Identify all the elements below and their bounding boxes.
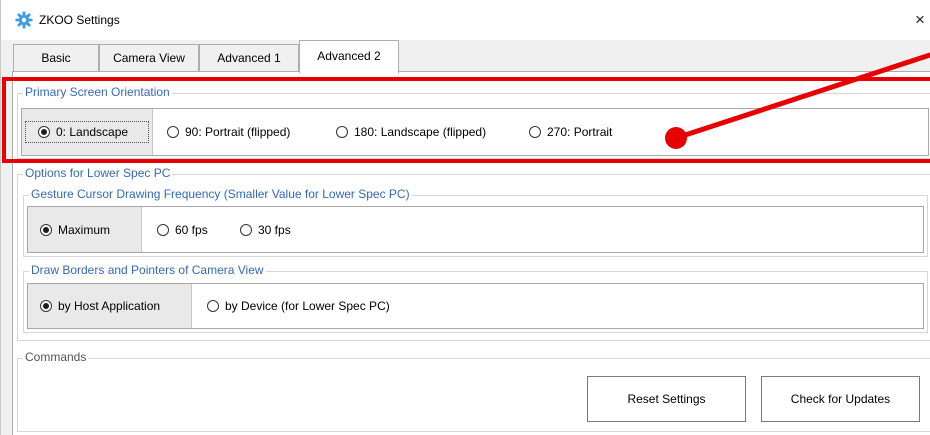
reset-settings-button[interactable]: Reset Settings [587,376,746,422]
borders-group: Draw Borders and Pointers of Camera View… [23,263,928,333]
radio-label: 90: Portrait (flipped) [185,125,291,139]
radio-90-portrait-flipped[interactable]: 90: Portrait (flipped) [167,122,290,142]
radio-label: by Host Application [58,299,161,313]
radio-by-host-application[interactable]: by Host Application [40,296,160,316]
close-icon[interactable]: × [909,8,930,32]
radio-maximum[interactable]: Maximum [40,220,110,240]
radio-dot [40,300,52,312]
commands-legend: Commands [23,350,89,364]
radio-dot [38,126,50,138]
radio-dot [336,126,348,138]
tab-advanced-1[interactable]: Advanced 1 [199,44,299,72]
orientation-options: 0: Landscape 90: Portrait (flipped) 180:… [21,108,929,156]
radio-270-portrait[interactable]: 270: Portrait [529,122,612,142]
frequency-legend: Gesture Cursor Drawing Frequency (Smalle… [29,187,412,201]
radio-label: 180: Landscape (flipped) [354,125,487,139]
window-title: ZKOO Settings [39,13,120,27]
orientation-group: Primary Screen Orientation 0: Landscape … [17,85,930,159]
lower-spec-legend: Options for Lower Spec PC [23,166,173,180]
tab-camera-view[interactable]: Camera View [99,44,199,72]
orientation-legend: Primary Screen Orientation [23,85,172,99]
borders-options: by Host Application by Device (for Lower… [27,283,924,329]
radio-180-landscape-flipped[interactable]: 180: Landscape (flipped) [336,122,486,142]
radio-label: by Device (for Lower Spec PC) [225,299,390,313]
radio-dot [40,224,52,236]
check-for-updates-button[interactable]: Check for Updates [761,376,920,422]
commands-group: Commands Reset Settings Check for Update… [17,350,930,432]
tab-basic[interactable]: Basic [13,44,99,72]
radio-by-device[interactable]: by Device (for Lower Spec PC) [207,296,390,316]
title-bar: ZKOO Settings × [1,0,930,40]
radio-30-fps[interactable]: 30 fps [240,220,291,240]
radio-0-landscape[interactable]: 0: Landscape [38,122,128,142]
radio-dot [240,224,252,236]
frequency-options: Maximum 60 fps 30 fps [27,206,924,253]
radio-dot [529,126,541,138]
radio-label: 30 fps [258,223,291,237]
borders-legend: Draw Borders and Pointers of Camera View [29,263,266,277]
radio-60-fps[interactable]: 60 fps [157,220,208,240]
settings-window: ZKOO Settings × Basic Camera View Advanc… [0,0,930,435]
radio-label: 60 fps [175,223,208,237]
radio-label: 0: Landscape [56,125,129,139]
radio-dot [157,224,169,236]
radio-label: Maximum [58,223,111,237]
lower-spec-group: Options for Lower Spec PC Gesture Cursor… [17,166,930,341]
tab-advanced-2[interactable]: Advanced 2 [299,40,399,73]
gear-icon [15,11,33,29]
tab-panel: Primary Screen Orientation 0: Landscape … [12,71,930,435]
radio-dot [207,300,219,312]
radio-dot [167,126,179,138]
frequency-group: Gesture Cursor Drawing Frequency (Smalle… [23,187,928,257]
radio-label: 270: Portrait [547,125,613,139]
